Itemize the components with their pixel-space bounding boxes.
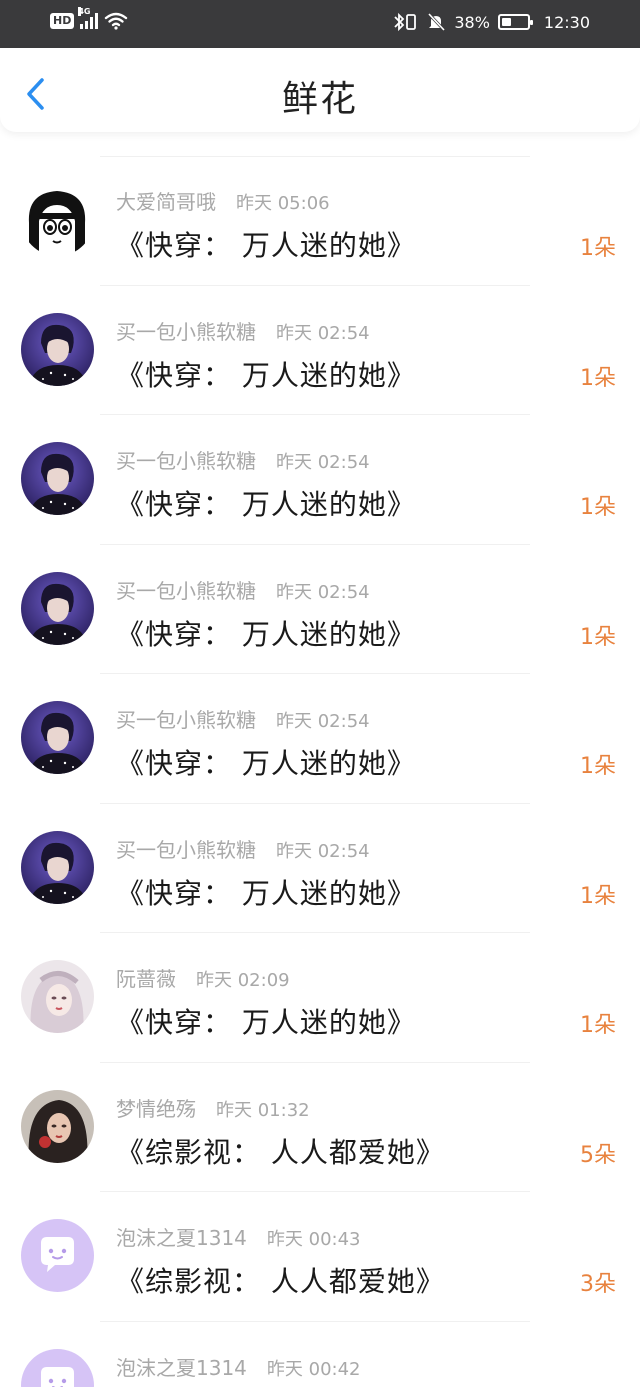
book-title: 《快穿： 万人迷的她》 [116, 617, 416, 651]
list-item[interactable]: 买一包小熊软糖 昨天 02:54 《快穿： 万人迷的她》 1朵 [0, 804, 640, 934]
list-item[interactable]: 买一包小熊软糖 昨天 02:54 《快穿： 万人迷的她》 1朵 [0, 674, 640, 804]
gift-time: 昨天 02:54 [276, 711, 370, 732]
avatar-manga-girl[interactable] [21, 183, 94, 256]
sender-name: 买一包小熊软糖 [116, 449, 256, 473]
sender-meta: 阮蔷薇 昨天 02:09 [116, 963, 290, 992]
flower-count: 1朵 [580, 236, 616, 261]
book-title: 《快穿： 万人迷的她》 [116, 876, 416, 910]
flower-count: 1朵 [580, 1013, 616, 1038]
avatar-boy-purple[interactable] [21, 312, 94, 386]
sender-name: 买一包小熊软糖 [116, 319, 256, 344]
list-item[interactable]: 大爱简哥哦 昨天 05:06 《快穿： 万人迷的她》 1朵 [0, 156, 640, 286]
gift-time: 昨天 02:54 [276, 322, 370, 344]
flower-count: 1朵 [580, 883, 616, 909]
sender-name: 梦情绝殇 [116, 1096, 196, 1121]
sender-name: 买一包小熊软糖 [116, 578, 256, 603]
gift-time: 昨天 02:54 [276, 840, 370, 862]
list-item[interactable]: 阮蔷薇 昨天 02:09 《快穿： 万人迷的她》 1朵 [0, 933, 640, 1063]
sender-name: 买一包小熊软糖 [116, 837, 256, 862]
sender-name: 大爱简哥哦 [116, 190, 216, 214]
sender-meta: 买一包小熊软糖 昨天 02:54 [116, 704, 370, 733]
avatar-boy-purple[interactable] [21, 442, 94, 515]
avatar-pale-girl[interactable] [21, 960, 94, 1033]
flower-count: 1朵 [580, 365, 616, 391]
flower-count: 1朵 [580, 754, 616, 779]
clock: 12:30 [543, 12, 590, 32]
sender-meta: 泡沫之夏1314 昨天 00:43 [116, 1222, 361, 1251]
sender-name: 阮蔷薇 [116, 967, 176, 991]
hd-badge: HD [50, 13, 75, 29]
sender-meta: 买一包小熊软糖 昨天 02:54 [116, 445, 370, 474]
sender-name: 泡沫之夏1314 [116, 1355, 247, 1380]
sender-meta: 买一包小熊软糖 昨天 02:54 [116, 316, 370, 345]
flower-count: 3朵 [580, 1272, 616, 1297]
flower-gift-list: 大爱简哥哦 昨天 05:06 《快穿： 万人迷的她》 1朵 买一包小熊软糖 昨天 0… [0, 156, 640, 1387]
avatar-boy-purple[interactable] [21, 701, 94, 774]
flower-count: 5朵 [580, 1142, 616, 1168]
mute-bell-icon [428, 12, 446, 32]
battery-icon [497, 14, 533, 30]
sender-meta: 梦情绝殇 昨天 01:32 [116, 1093, 310, 1122]
avatar-boy-purple[interactable] [21, 830, 94, 904]
battery-fill [501, 18, 511, 26]
gift-time: 昨天 02:09 [196, 970, 290, 991]
sender-meta: 买一包小熊软糖 昨天 02:54 [116, 575, 370, 604]
list-item[interactable]: 买一包小熊软糖 昨天 02:54 《快穿： 万人迷的她》 1朵 [0, 545, 640, 675]
list-item[interactable]: 买一包小熊软糖 昨天 02:54 《快穿： 万人迷的她》 1朵 [0, 286, 640, 416]
sender-meta: 大爱简哥哦 昨天 05:06 [116, 186, 330, 215]
flower-count: 1朵 [580, 624, 616, 650]
avatar-boy-purple[interactable] [21, 571, 94, 645]
gift-time: 昨天 05:06 [236, 193, 330, 214]
book-title: 《快穿： 万人迷的她》 [116, 1006, 416, 1039]
list-item[interactable]: 梦情绝殇 昨天 01:32 《综影视： 人人都爱她》 5朵 [0, 1063, 640, 1193]
status-bar: HD 4G 38% 12:30 [0, 0, 640, 48]
status-left: HD 4G [50, 7, 128, 30]
gift-time: 昨天 00:42 [266, 1358, 361, 1380]
book-title: 《综影视： 人人都爱她》 [116, 1135, 445, 1169]
book-title: 《快穿： 万人迷的她》 [116, 747, 416, 780]
bluetooth-vibrate-icon [394, 12, 417, 32]
list-item[interactable]: 泡沫之夏1314 昨天 00:42 [0, 1322, 640, 1387]
navigation-bar: 鲜花 [0, 48, 640, 132]
sender-name: 买一包小熊软糖 [116, 708, 256, 732]
network-type: 4G [78, 7, 91, 16]
page-title: 鲜花 [281, 79, 358, 120]
gift-time: 昨天 00:43 [266, 1229, 361, 1250]
sender-meta: 泡沫之夏1314 昨天 00:42 [116, 1352, 361, 1381]
battery-percent: 38% [454, 12, 490, 32]
status-right: 38% 12:30 [392, 12, 590, 32]
book-title: 《快穿： 万人迷的她》 [116, 488, 416, 521]
book-title: 《快穿： 万人迷的她》 [116, 229, 416, 262]
avatar-dark-hair-girl[interactable] [21, 1089, 94, 1163]
sender-name: 泡沫之夏1314 [116, 1226, 247, 1250]
gift-time: 昨天 02:54 [276, 581, 370, 603]
signal-icon: 4G [78, 7, 99, 29]
avatar-default-chat[interactable] [21, 1348, 94, 1387]
gift-time: 昨天 02:54 [276, 452, 370, 473]
gift-time: 昨天 01:32 [216, 1099, 310, 1121]
sender-meta: 买一包小熊软糖 昨天 02:54 [116, 834, 370, 863]
avatar-default-chat[interactable] [21, 1219, 94, 1292]
wifi-icon [105, 12, 128, 30]
list-item[interactable]: 泡沫之夏1314 昨天 00:43 《综影视： 人人都爱她》 3朵 [0, 1192, 640, 1322]
book-title: 《快穿： 万人迷的她》 [116, 358, 416, 392]
book-title: 《综影视： 人人都爱她》 [116, 1265, 445, 1298]
flower-count: 1朵 [580, 495, 616, 520]
list-item[interactable]: 买一包小熊软糖 昨天 02:54 《快穿： 万人迷的她》 1朵 [0, 415, 640, 545]
